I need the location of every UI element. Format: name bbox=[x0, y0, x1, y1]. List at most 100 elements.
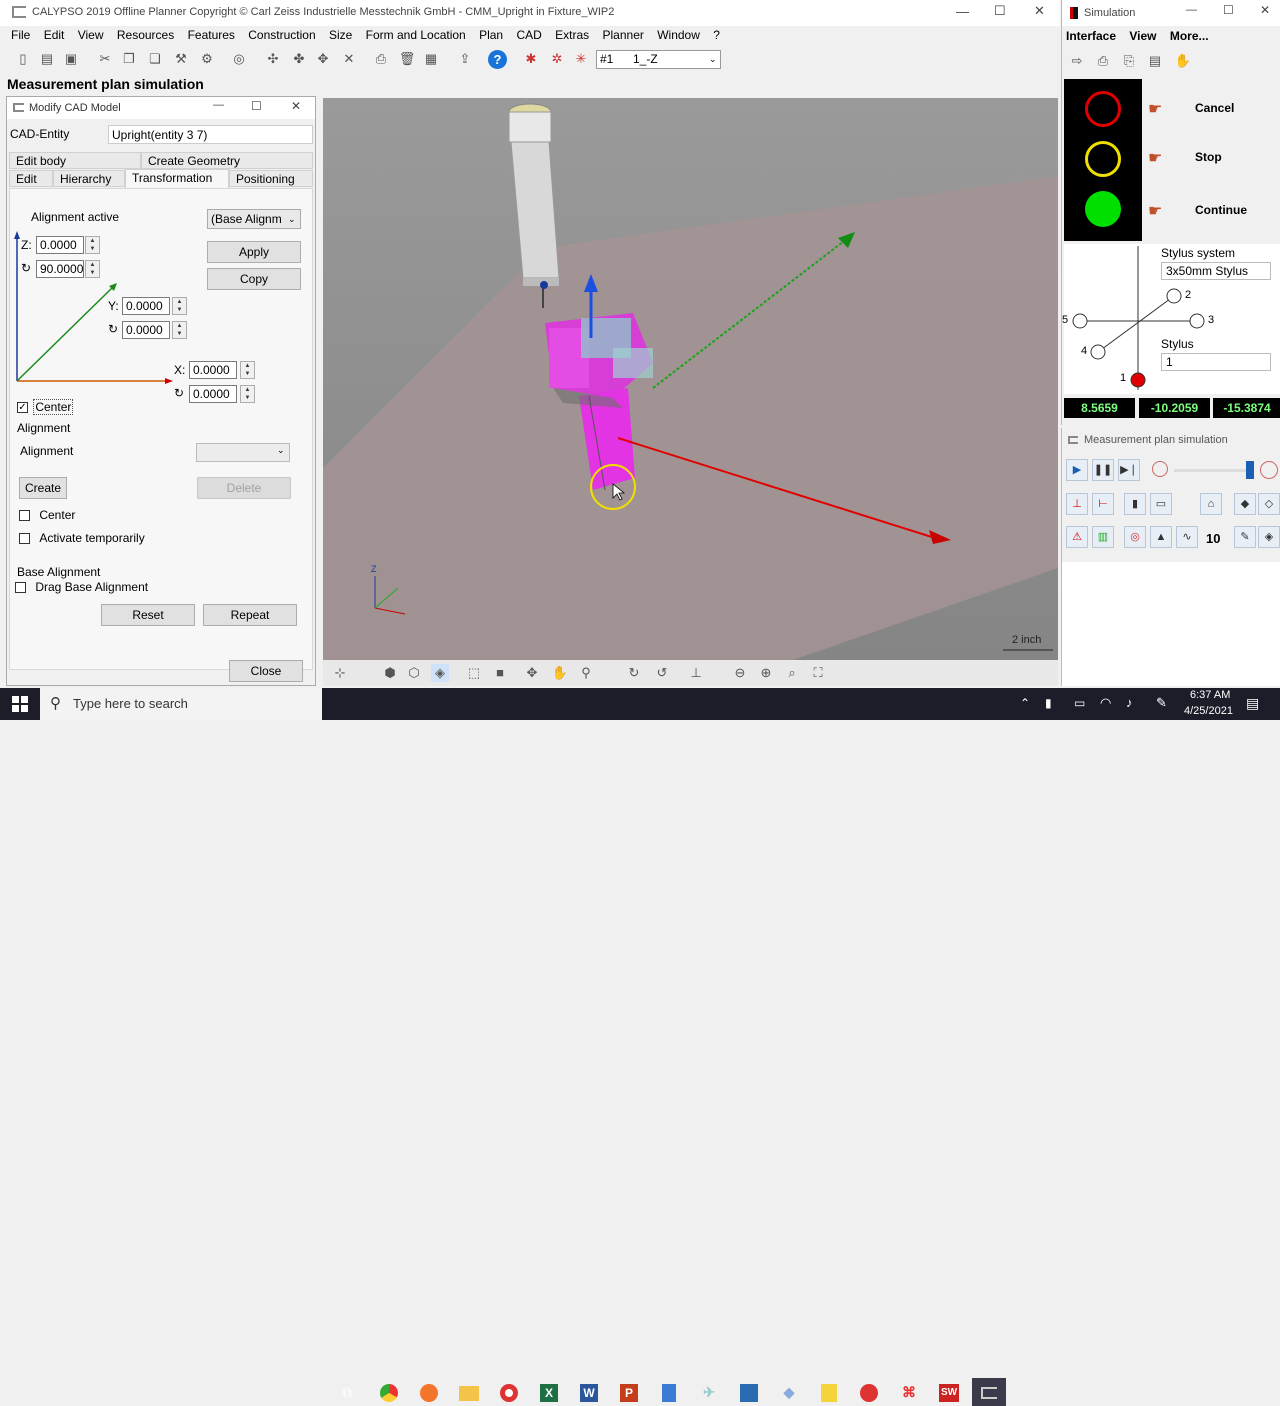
select-icon[interactable]: ⊹ bbox=[331, 664, 349, 682]
wand-icon[interactable]: ⚒ bbox=[172, 50, 190, 68]
task-view-icon[interactable]: ⧉ bbox=[330, 1378, 364, 1406]
view-a-icon[interactable]: ⬢ bbox=[381, 664, 399, 682]
cube-wire-icon[interactable]: ⬚ bbox=[465, 664, 483, 682]
calculator-icon[interactable] bbox=[652, 1378, 686, 1406]
curve-icon[interactable]: ∿ bbox=[1176, 526, 1198, 548]
speed-slider-thumb[interactable] bbox=[1246, 461, 1254, 479]
model-icon[interactable]: ▥ bbox=[1092, 526, 1114, 548]
sim-tool-d-icon[interactable]: ▤ bbox=[1146, 52, 1164, 70]
warning-icon[interactable]: ⚠ bbox=[1066, 526, 1088, 548]
base-alignment-select[interactable]: (Base Alignm ⌄ bbox=[207, 209, 301, 229]
cancel-label[interactable]: Cancel bbox=[1195, 101, 1234, 115]
cut-icon[interactable]: ✂ bbox=[96, 50, 114, 68]
zoom-icon[interactable]: ⌕ bbox=[783, 664, 801, 682]
zoom-in-icon[interactable]: ⊕ bbox=[757, 664, 775, 682]
rot-y-spinner[interactable]: ▲ ▼ bbox=[172, 321, 187, 339]
rotate-a-icon[interactable]: ↻ bbox=[625, 664, 643, 682]
pause-icon[interactable]: ❚❚ bbox=[1092, 459, 1114, 481]
hand-icon[interactable]: ✋ bbox=[551, 664, 569, 682]
wifi-icon[interactable]: ◠ bbox=[1100, 695, 1111, 711]
cube-icon[interactable]: ◆ bbox=[1234, 493, 1256, 515]
export-icon[interactable]: ⇪ bbox=[456, 50, 474, 68]
tab-transformation[interactable]: Transformation bbox=[125, 169, 229, 188]
notifications-icon[interactable]: ▤ bbox=[1246, 695, 1259, 712]
speed-slider-track[interactable] bbox=[1174, 469, 1250, 472]
solidworks-icon[interactable]: SW bbox=[932, 1378, 966, 1406]
menu-planner[interactable]: Planner bbox=[603, 28, 644, 42]
probe-a-icon[interactable]: ✱ bbox=[522, 50, 540, 68]
help-icon[interactable]: ? bbox=[488, 50, 507, 69]
print-icon[interactable]: ⎙ bbox=[372, 50, 390, 68]
rot-x-input[interactable]: 0.0000 bbox=[189, 385, 237, 403]
menu-plan[interactable]: Plan bbox=[479, 28, 503, 42]
save-icon[interactable]: ▣ bbox=[62, 50, 80, 68]
x-spinner[interactable]: ▲ ▼ bbox=[240, 361, 255, 379]
open-icon[interactable]: ▤ bbox=[38, 50, 56, 68]
step-icon[interactable]: ▶❘ bbox=[1118, 459, 1140, 481]
stylus-red-icon[interactable]: ⊥ bbox=[1066, 493, 1088, 515]
acrobat-icon[interactable]: ⌘ bbox=[892, 1378, 926, 1406]
stylus-path-icon[interactable]: ⊢ bbox=[1092, 493, 1114, 515]
tab-create-geometry[interactable]: Create Geometry bbox=[141, 152, 313, 169]
tab-edit[interactable]: Edit bbox=[9, 170, 53, 187]
create-button[interactable]: Create bbox=[19, 477, 67, 499]
menu-help[interactable]: ? bbox=[713, 28, 720, 42]
menu-form-and-location[interactable]: Form and Location bbox=[366, 28, 466, 42]
pan-icon[interactable]: ✥ bbox=[523, 664, 541, 682]
sim-menu-more[interactable]: More... bbox=[1170, 29, 1209, 43]
tray-b-icon[interactable]: ▭ bbox=[1074, 696, 1085, 710]
word-icon[interactable]: W bbox=[572, 1378, 606, 1406]
binoculars-icon[interactable]: ◎ bbox=[230, 50, 248, 68]
taskbar-search[interactable]: ⚲ Type here to search bbox=[40, 688, 322, 720]
app-b-icon[interactable] bbox=[732, 1378, 766, 1406]
clock-date[interactable]: 4/25/2021 bbox=[1184, 705, 1233, 717]
machine-icon[interactable]: ⌂ bbox=[1200, 493, 1222, 515]
delete-button[interactable]: Delete bbox=[197, 477, 291, 499]
dialog-close-icon[interactable]: ✕ bbox=[291, 99, 301, 113]
report-icon[interactable]: ▦ bbox=[422, 50, 440, 68]
zoom-out-icon[interactable]: ⊖ bbox=[731, 664, 749, 682]
sim-menu-view[interactable]: View bbox=[1129, 29, 1156, 43]
delete-icon[interactable]: 🗑 bbox=[398, 50, 416, 68]
tray-chevron-icon[interactable]: ⌃ bbox=[1020, 696, 1030, 710]
pen-icon[interactable]: ✎ bbox=[1156, 695, 1167, 711]
apply-button[interactable]: Apply bbox=[207, 241, 301, 263]
rot-z-input[interactable]: 90.0000 bbox=[36, 260, 84, 278]
z-spinner[interactable]: ▲ ▼ bbox=[85, 236, 100, 254]
new-icon[interactable]: ▯ bbox=[14, 50, 32, 68]
cube-2-icon[interactable]: ◇ bbox=[1258, 493, 1280, 515]
reset-button[interactable]: Reset bbox=[101, 604, 195, 626]
cad-entity-field[interactable]: Upright(entity 3 7) bbox=[108, 125, 313, 144]
axes-icon[interactable]: ⊥ bbox=[687, 664, 705, 682]
cube-3-icon[interactable]: ◈ bbox=[1258, 526, 1280, 548]
windows-start-icon[interactable] bbox=[12, 696, 28, 712]
activate-temporarily-checkbox[interactable]: Activate temporarily bbox=[19, 531, 145, 545]
alignment-select[interactable]: #1 1_-Z ⌄ bbox=[596, 50, 721, 69]
tab-hierarchy[interactable]: Hierarchy bbox=[53, 170, 125, 187]
target-icon[interactable]: ◎ bbox=[1124, 526, 1146, 548]
close-button[interactable]: Close bbox=[229, 660, 303, 682]
record-icon[interactable] bbox=[492, 1378, 526, 1406]
stop-label[interactable]: Stop bbox=[1195, 150, 1222, 164]
tool-icon[interactable]: ⚙ bbox=[198, 50, 216, 68]
sim-maximize-icon[interactable]: ☐ bbox=[1223, 3, 1234, 17]
feature-b-icon[interactable]: ✤ bbox=[290, 50, 308, 68]
menu-construction[interactable]: Construction bbox=[248, 28, 315, 42]
menu-file[interactable]: File bbox=[11, 28, 30, 42]
menu-window[interactable]: Window bbox=[657, 28, 700, 42]
minimize-icon[interactable]: — bbox=[956, 4, 969, 19]
y-input[interactable]: 0.0000 bbox=[122, 297, 170, 315]
drag-base-alignment-checkbox[interactable]: Drag Base Alignment bbox=[15, 580, 148, 594]
tab-edit-body[interactable]: Edit body bbox=[9, 152, 141, 169]
center-checkbox-2[interactable]: Center bbox=[19, 508, 75, 522]
column-icon[interactable]: ▮ bbox=[1124, 493, 1146, 515]
feature-a-icon[interactable]: ✣ bbox=[264, 50, 282, 68]
yellow-light[interactable] bbox=[1085, 141, 1121, 177]
feature-d-icon[interactable]: ✕ bbox=[340, 50, 358, 68]
sim-hand-icon[interactable]: ✋ bbox=[1174, 52, 1192, 70]
tray-a-icon[interactable]: ▮ bbox=[1045, 696, 1052, 710]
menu-extras[interactable]: Extras bbox=[555, 28, 589, 42]
x-input[interactable]: 0.0000 bbox=[189, 361, 237, 379]
menu-resources[interactable]: Resources bbox=[117, 28, 174, 42]
menu-view[interactable]: View bbox=[78, 28, 104, 42]
